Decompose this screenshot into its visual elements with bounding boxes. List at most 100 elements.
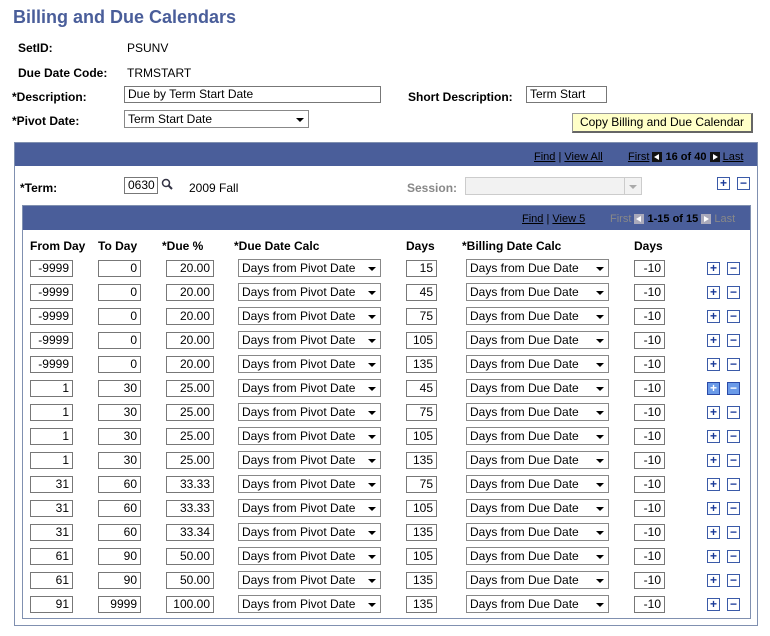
billing-days-input[interactable]: -10 [634,308,665,325]
add-row-button[interactable]: + [707,262,720,275]
remove-row-button[interactable]: − [727,382,740,395]
due-date-calc-select[interactable]: Days from Pivot Date [238,355,381,373]
billing-days-input[interactable]: -10 [634,332,665,349]
add-term-button[interactable]: + [717,177,730,190]
days-input[interactable]: 45 [406,380,437,397]
due-date-calc-select[interactable]: Days from Pivot Date [238,499,381,517]
add-row-button[interactable]: + [707,526,720,539]
billing-date-calc-select[interactable]: Days from Due Date [466,427,609,445]
from-day-input[interactable]: -9999 [30,284,73,301]
from-day-input[interactable]: -9999 [30,332,73,349]
days-input[interactable]: 105 [406,428,437,445]
from-day-input[interactable]: 31 [30,500,73,517]
add-row-button[interactable]: + [707,310,720,323]
remove-row-button[interactable]: − [727,502,740,515]
due-percent-input[interactable]: 33.34 [166,524,214,541]
due-percent-input[interactable]: 25.00 [166,428,214,445]
remove-term-button[interactable]: − [737,177,750,190]
add-row-button[interactable]: + [707,574,720,587]
billing-days-input[interactable]: -10 [634,476,665,493]
days-input[interactable]: 75 [406,476,437,493]
grid-last-link[interactable]: Last [714,213,735,225]
due-percent-input[interactable]: 20.00 [166,284,214,301]
term-view-all-link[interactable]: View All [564,151,602,163]
due-percent-input[interactable]: 25.00 [166,404,214,421]
remove-row-button[interactable]: − [727,598,740,611]
term-first-link[interactable]: First [628,151,649,163]
due-date-calc-select[interactable]: Days from Pivot Date [238,283,381,301]
due-percent-input[interactable]: 100.00 [166,596,214,613]
from-day-input[interactable]: -9999 [30,260,73,277]
due-percent-input[interactable]: 33.33 [166,476,214,493]
from-day-input[interactable]: 31 [30,524,73,541]
copy-calendar-button[interactable]: Copy Billing and Due Calendar [572,113,753,133]
due-percent-input[interactable]: 20.00 [166,260,214,277]
days-input[interactable]: 45 [406,284,437,301]
billing-days-input[interactable]: -10 [634,500,665,517]
billing-days-input[interactable]: -10 [634,356,665,373]
billing-date-calc-select[interactable]: Days from Due Date [466,499,609,517]
billing-days-input[interactable]: -10 [634,452,665,469]
short-description-input[interactable]: Term Start [526,86,607,103]
billing-days-input[interactable]: -10 [634,284,665,301]
due-date-calc-select[interactable]: Days from Pivot Date [238,331,381,349]
from-day-input[interactable]: 61 [30,572,73,589]
remove-row-button[interactable]: − [727,430,740,443]
from-day-input[interactable]: 31 [30,476,73,493]
remove-row-button[interactable]: − [727,334,740,347]
add-row-button[interactable]: + [707,478,720,491]
grid-find-link[interactable]: Find [522,213,543,225]
remove-row-button[interactable]: − [727,478,740,491]
billing-date-calc-select[interactable]: Days from Due Date [466,523,609,541]
billing-days-input[interactable]: -10 [634,260,665,277]
billing-date-calc-select[interactable]: Days from Due Date [466,379,609,397]
to-day-input[interactable]: 0 [98,332,141,349]
due-date-calc-select[interactable]: Days from Pivot Date [238,475,381,493]
billing-days-input[interactable]: -10 [634,524,665,541]
billing-date-calc-select[interactable]: Days from Due Date [466,403,609,421]
due-date-calc-select[interactable]: Days from Pivot Date [238,403,381,421]
days-input[interactable]: 75 [406,308,437,325]
billing-date-calc-select[interactable]: Days from Due Date [466,571,609,589]
from-day-input[interactable]: -9999 [30,308,73,325]
remove-row-button[interactable]: − [727,286,740,299]
due-percent-input[interactable]: 25.00 [166,452,214,469]
due-date-calc-select[interactable]: Days from Pivot Date [238,595,381,613]
due-percent-input[interactable]: 20.00 [166,308,214,325]
billing-date-calc-select[interactable]: Days from Due Date [466,331,609,349]
billing-date-calc-select[interactable]: Days from Due Date [466,547,609,565]
days-input[interactable]: 15 [406,260,437,277]
billing-date-calc-select[interactable]: Days from Due Date [466,475,609,493]
due-date-calc-select[interactable]: Days from Pivot Date [238,571,381,589]
due-percent-input[interactable]: 50.00 [166,548,214,565]
remove-row-button[interactable]: − [727,574,740,587]
due-percent-input[interactable]: 20.00 [166,356,214,373]
days-input[interactable]: 135 [406,596,437,613]
add-row-button[interactable]: + [707,598,720,611]
add-row-button[interactable]: + [707,358,720,371]
days-input[interactable]: 105 [406,500,437,517]
add-row-button[interactable]: + [707,454,720,467]
term-last-link[interactable]: Last [723,151,744,163]
billing-days-input[interactable]: -10 [634,596,665,613]
due-percent-input[interactable]: 25.00 [166,380,214,397]
days-input[interactable]: 75 [406,404,437,421]
billing-date-calc-select[interactable]: Days from Due Date [466,259,609,277]
add-row-button[interactable]: + [707,430,720,443]
to-day-input[interactable]: 0 [98,284,141,301]
add-row-button[interactable]: + [707,286,720,299]
next-arrow-icon[interactable] [701,214,712,225]
add-row-button[interactable]: + [707,502,720,515]
to-day-input[interactable]: 60 [98,500,141,517]
days-input[interactable]: 135 [406,572,437,589]
session-select[interactable] [465,177,642,195]
pivot-date-select[interactable]: Term Start Date [124,110,309,128]
billing-date-calc-select[interactable]: Days from Due Date [466,355,609,373]
remove-row-button[interactable]: − [727,550,740,563]
remove-row-button[interactable]: − [727,310,740,323]
from-day-input[interactable]: 91 [30,596,73,613]
due-date-calc-select[interactable]: Days from Pivot Date [238,379,381,397]
billing-date-calc-select[interactable]: Days from Due Date [466,307,609,325]
to-day-input[interactable]: 9999 [98,596,141,613]
due-date-calc-select[interactable]: Days from Pivot Date [238,523,381,541]
